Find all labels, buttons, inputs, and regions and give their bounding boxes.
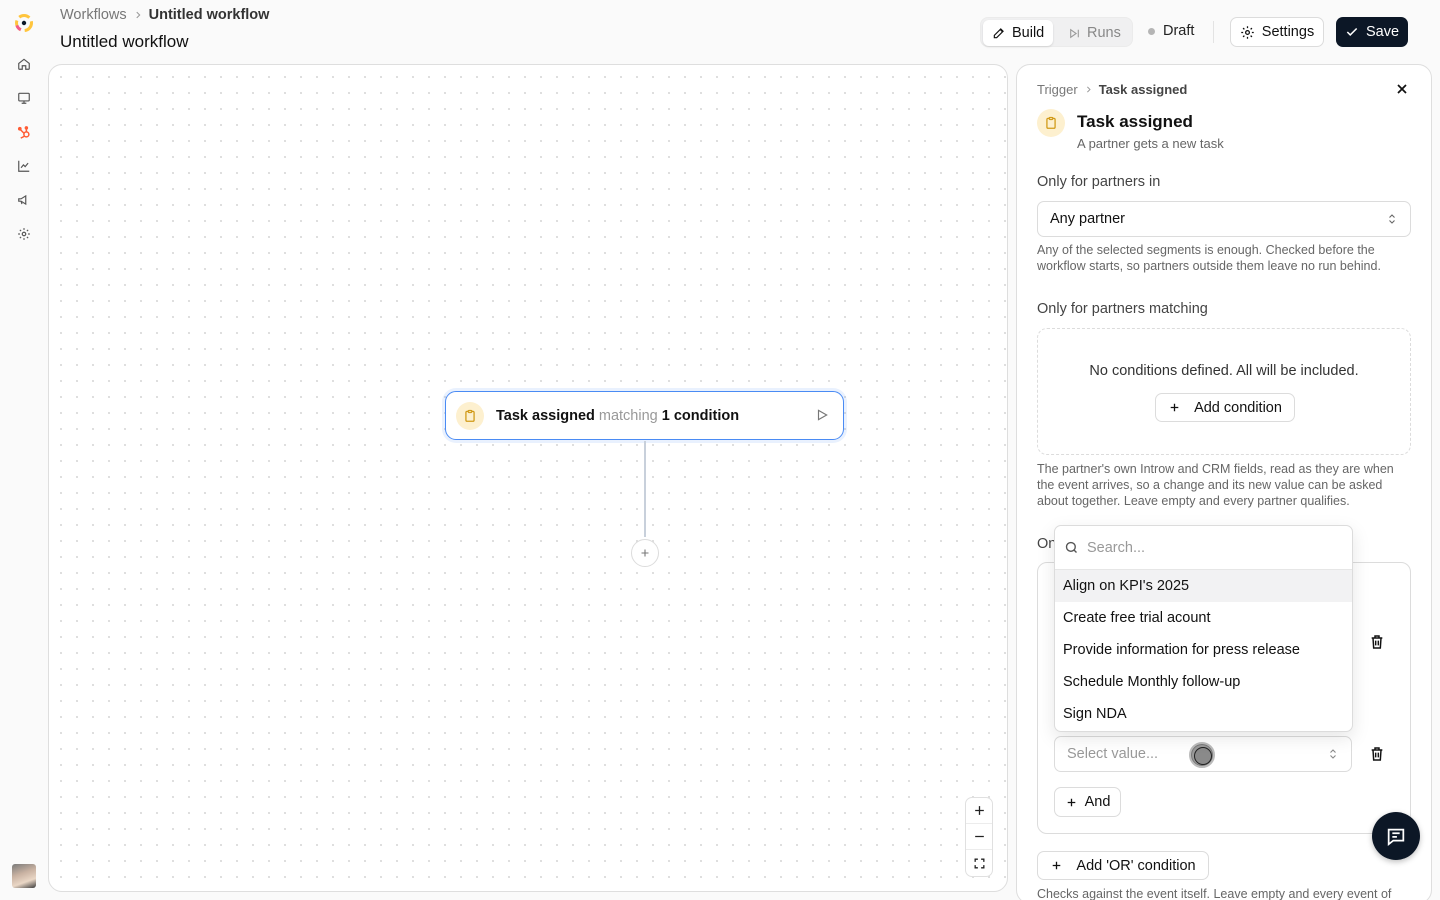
add-condition-button[interactable]: Add condition: [1155, 393, 1295, 422]
workflow-canvas[interactable]: Task assigned matching 1 condition: [48, 64, 1008, 892]
chat-support-button[interactable]: [1372, 812, 1420, 860]
select-value-placeholder: Select value...: [1067, 746, 1159, 762]
tab-build-label: Build: [1012, 25, 1045, 41]
tab-build[interactable]: Build: [983, 20, 1054, 46]
trigger-node[interactable]: Task assigned matching 1 condition: [445, 391, 844, 440]
dropdown-search: [1055, 526, 1352, 570]
pencil-icon: [992, 26, 1006, 40]
breadcrumb-current: Untitled workflow: [148, 7, 270, 23]
panel-breadcrumb: Trigger Task assigned: [1037, 82, 1187, 97]
chevron-up-down-icon: [1327, 747, 1339, 761]
trigger-node-text: Task assigned matching 1 condition: [496, 408, 739, 424]
add-step-button[interactable]: [631, 539, 659, 567]
chevron-right-icon: [1084, 85, 1093, 94]
add-or-condition-label: Add 'OR' condition: [1076, 857, 1196, 874]
tab-runs-label: Runs: [1087, 25, 1121, 41]
dropdown-option[interactable]: Schedule Monthly follow-up: [1055, 666, 1352, 698]
plus-icon: [1168, 401, 1181, 414]
check-icon: [1345, 25, 1359, 39]
gear-icon[interactable]: [14, 224, 34, 244]
add-condition-label: Add condition: [1194, 399, 1282, 416]
settings-label: Settings: [1261, 24, 1315, 40]
panel-subtitle: A partner gets a new task: [1077, 136, 1224, 151]
gear-icon: [1240, 25, 1255, 40]
clipboard-icon: [456, 401, 484, 430]
status-dot-icon: [1148, 27, 1155, 35]
build-runs-toggle: Build Runs: [980, 17, 1133, 47]
dropdown-option[interactable]: Align on KPI's 2025: [1055, 570, 1352, 602]
conditions-empty-box: No conditions defined. All will be inclu…: [1037, 328, 1411, 455]
event-help: Checks against the event itself. Leave e…: [1037, 887, 1392, 900]
skip-forward-icon: [1068, 27, 1081, 40]
dropdown-option[interactable]: Provide information for press release: [1055, 634, 1352, 666]
search-icon: [1064, 540, 1079, 555]
panel-breadcrumb-current: Task assigned: [1098, 82, 1188, 97]
close-icon[interactable]: [1394, 81, 1410, 97]
tab-runs[interactable]: Runs: [1059, 20, 1130, 46]
mouse-cursor-indicator: [1189, 742, 1215, 768]
fit-view-button[interactable]: [966, 850, 992, 876]
plus-icon: [1065, 796, 1078, 809]
trigger-config-panel: Trigger Task assigned Task assigned A pa…: [1016, 64, 1432, 900]
status-badge: Draft: [1148, 23, 1194, 39]
status-label: Draft: [1163, 23, 1195, 39]
matching-label: Only for partners matching: [1037, 301, 1208, 317]
chevron-up-down-icon: [1386, 212, 1398, 226]
user-avatar[interactable]: [12, 864, 36, 888]
zoom-out-button[interactable]: [966, 824, 992, 850]
chevron-right-icon: [133, 10, 143, 20]
segments-help: Any of the selected segments is enough. …: [1037, 243, 1381, 273]
and-label: And: [1084, 794, 1111, 810]
home-icon[interactable]: [14, 54, 34, 74]
zoom-in-button[interactable]: [966, 798, 992, 824]
plus-icon: [639, 547, 651, 559]
settings-button[interactable]: Settings: [1230, 17, 1324, 47]
matching-help: The partner's own Introw and CRM fields,…: [1037, 462, 1394, 508]
segments-value: Any partner: [1050, 211, 1125, 227]
select-value-field[interactable]: Select value...: [1054, 736, 1352, 772]
and-button[interactable]: And: [1054, 787, 1121, 817]
value-dropdown: Align on KPI's 2025 Create free trial ac…: [1054, 525, 1353, 732]
clipboard-icon: [1037, 109, 1065, 137]
panel-title: Task assigned: [1077, 112, 1193, 131]
breadcrumb-workflows-link[interactable]: Workflows: [60, 7, 127, 23]
trash-icon[interactable]: [1369, 746, 1385, 762]
hubspot-icon[interactable]: [14, 122, 34, 142]
trigger-node-conditions: 1 condition: [661, 407, 740, 424]
chart-icon[interactable]: [14, 156, 34, 176]
dropdown-search-input[interactable]: [1087, 539, 1327, 556]
zoom-controls: [965, 797, 993, 877]
trash-icon[interactable]: [1369, 634, 1385, 650]
trigger-node-name: Task assigned: [496, 407, 595, 424]
save-button[interactable]: Save: [1336, 17, 1408, 47]
app-logo-icon[interactable]: [12, 11, 36, 35]
dropdown-option[interactable]: Create free trial acount: [1055, 602, 1352, 634]
panel-breadcrumb-root[interactable]: Trigger: [1037, 82, 1078, 97]
breadcrumb: Workflows Untitled workflow: [60, 7, 269, 23]
plus-icon: [1050, 859, 1063, 872]
trigger-node-connector: matching: [598, 407, 658, 424]
dropdown-option[interactable]: Sign NDA: [1055, 698, 1352, 730]
save-label: Save: [1365, 24, 1400, 40]
segments-label: Only for partners in: [1037, 174, 1161, 190]
header-divider: [1213, 21, 1214, 43]
play-icon[interactable]: [815, 407, 829, 423]
node-connector-line: [644, 441, 646, 537]
megaphone-icon[interactable]: [14, 190, 34, 210]
chat-bubble-icon: [1385, 825, 1407, 847]
segments-select[interactable]: Any partner: [1037, 201, 1411, 237]
add-or-condition-button[interactable]: Add 'OR' condition: [1037, 851, 1209, 880]
desktop-icon[interactable]: [14, 88, 34, 108]
left-nav-rail: [0, 0, 48, 900]
no-conditions-text: No conditions defined. All will be inclu…: [1089, 363, 1359, 379]
page-title[interactable]: Untitled workflow: [60, 32, 189, 52]
